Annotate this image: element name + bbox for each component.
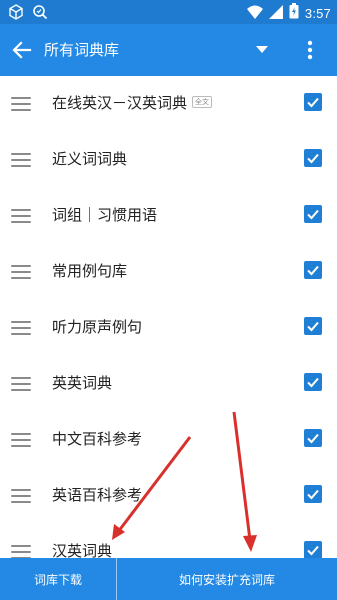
drag-handle-icon[interactable] bbox=[11, 153, 31, 167]
checkbox[interactable] bbox=[304, 373, 322, 391]
check-icon bbox=[307, 209, 319, 220]
list-item[interactable]: 近义词词典 bbox=[0, 132, 337, 188]
check-icon bbox=[307, 377, 319, 388]
list-item[interactable]: 听力原声例句 bbox=[0, 300, 337, 356]
install-help-button[interactable]: 如何安装扩充词库 bbox=[117, 558, 337, 600]
fulltext-badge: 全文 bbox=[192, 96, 213, 108]
dictionary-label: 在线英汉－汉英词典 全文 bbox=[52, 92, 213, 113]
dictionary-name: 中文百科参考 bbox=[52, 430, 143, 448]
dictionary-label: 英英词典 bbox=[52, 372, 112, 393]
list-item[interactable]: 词组｜习惯用语 bbox=[0, 188, 337, 244]
dictionary-list: 在线英汉－汉英词典 全文 近义词词典 词组｜习惯用语 常用例句库 听力原声例句 英英词典 中文… bbox=[0, 76, 337, 580]
dictionary-label: 听力原声例句 bbox=[52, 316, 142, 337]
drag-handle-icon[interactable] bbox=[11, 97, 31, 111]
search-badge-icon bbox=[32, 4, 48, 24]
dictionary-name: 在线英汉－汉英词典 bbox=[52, 94, 188, 112]
dictionary-name: 英语百科参考 bbox=[52, 486, 143, 504]
checkbox[interactable] bbox=[304, 261, 322, 279]
status-time: 3:57 bbox=[304, 5, 331, 21]
check-icon bbox=[307, 321, 319, 332]
dictionary-name: 近义词词典 bbox=[52, 150, 128, 168]
check-icon bbox=[307, 433, 319, 444]
list-item[interactable]: 在线英汉－汉英词典 全文 bbox=[0, 76, 337, 132]
list-item[interactable]: 中文百科参考 bbox=[0, 412, 337, 468]
dictionary-label: 英语百科参考 bbox=[52, 484, 142, 505]
dictionary-name: 英英词典 bbox=[52, 374, 113, 392]
dictionary-label: 常用例句库 bbox=[52, 260, 127, 281]
page-title[interactable]: 所有词典库 bbox=[44, 39, 119, 60]
drag-handle-icon[interactable] bbox=[11, 377, 31, 391]
back-arrow-icon[interactable] bbox=[8, 36, 36, 64]
checkbox[interactable] bbox=[304, 485, 322, 503]
drag-handle-icon[interactable] bbox=[11, 321, 31, 335]
checkbox[interactable] bbox=[304, 93, 322, 111]
checkbox[interactable] bbox=[304, 541, 322, 559]
list-item[interactable]: 常用例句库 bbox=[0, 244, 337, 300]
dictionary-name: 听力原声例句 bbox=[52, 318, 143, 336]
check-icon bbox=[307, 545, 319, 556]
list-item[interactable]: 英英词典 bbox=[0, 356, 337, 412]
check-icon bbox=[307, 489, 319, 500]
check-icon bbox=[307, 153, 319, 164]
box-icon bbox=[8, 4, 24, 24]
battery-icon bbox=[289, 3, 299, 23]
wifi-icon bbox=[246, 4, 263, 23]
checkbox[interactable] bbox=[304, 149, 322, 167]
dictionary-label: 中文百科参考 bbox=[52, 428, 142, 449]
drag-handle-icon[interactable] bbox=[11, 209, 31, 223]
more-vert-icon[interactable] bbox=[300, 36, 320, 64]
bottom-bar: 词库下载 如何安装扩充词库 bbox=[0, 558, 337, 600]
checkbox[interactable] bbox=[304, 317, 322, 335]
list-item[interactable]: 英语百科参考 bbox=[0, 468, 337, 524]
check-icon bbox=[307, 265, 319, 276]
signal-icon bbox=[268, 4, 283, 23]
dictionary-name: 常用例句库 bbox=[52, 262, 128, 280]
download-dictionaries-button[interactable]: 词库下载 bbox=[0, 558, 117, 600]
drag-handle-icon[interactable] bbox=[11, 545, 31, 559]
app-bar: 所有词典库 bbox=[0, 24, 337, 76]
drag-handle-icon[interactable] bbox=[11, 489, 31, 503]
check-icon bbox=[307, 97, 319, 108]
checkbox[interactable] bbox=[304, 429, 322, 447]
dictionary-label: 近义词词典 bbox=[52, 148, 127, 169]
drag-handle-icon[interactable] bbox=[11, 265, 31, 279]
dictionary-name: 词组｜习惯用语 bbox=[52, 206, 158, 224]
dictionary-label: 词组｜习惯用语 bbox=[52, 204, 157, 225]
dropdown-caret-icon[interactable] bbox=[253, 42, 271, 58]
drag-handle-icon[interactable] bbox=[11, 433, 31, 447]
status-bar: 3:57 bbox=[0, 0, 337, 24]
checkbox[interactable] bbox=[304, 205, 322, 223]
